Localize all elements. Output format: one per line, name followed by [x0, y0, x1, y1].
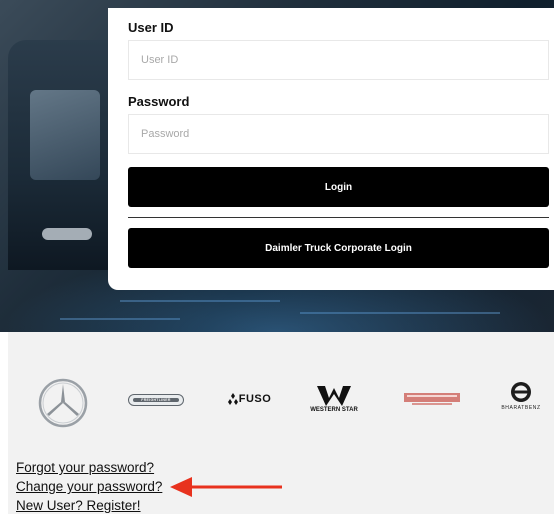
bharatbenz-logo: BHARATBENZ: [494, 376, 548, 416]
freightliner-logo-icon: FREIGHTLINER: [126, 392, 186, 408]
divider: [128, 217, 549, 218]
fuso-logo: FUSO: [218, 390, 280, 408]
register-link[interactable]: New User? Register!: [16, 498, 141, 513]
login-card: User ID Password Login Daimler Truck Cor…: [108, 8, 554, 290]
brand-logos-strip: FREIGHTLINER FUSO WESTERN STAR BHARATBEN…: [8, 332, 554, 440]
login-button[interactable]: Login: [128, 167, 549, 207]
mercedes-star-icon: [36, 376, 90, 430]
forgot-password-link[interactable]: Forgot your password?: [16, 460, 154, 475]
bharatbenz-logo-icon: [511, 382, 531, 402]
western-star-text: WESTERN STAR: [310, 406, 358, 413]
annotation-arrow-icon: [170, 477, 282, 497]
freightliner-text: FREIGHTLINER: [141, 398, 171, 402]
fuso-diamond-icon: [227, 393, 238, 405]
password-input[interactable]: [128, 114, 549, 154]
thomas-built-buses-logo-icon: [402, 390, 462, 408]
truck-grille-badge: [42, 228, 92, 240]
bharatbenz-text: BHARATBENZ: [501, 405, 541, 411]
user-id-input[interactable]: [128, 40, 549, 80]
western-star-w-icon: [317, 385, 351, 406]
fuso-text: FUSO: [238, 393, 272, 405]
corporate-login-button[interactable]: Daimler Truck Corporate Login: [128, 228, 549, 268]
change-password-link[interactable]: Change your password?: [16, 479, 162, 494]
truck-window-image: [30, 90, 100, 180]
western-star-logo: WESTERN STAR: [304, 382, 364, 416]
user-id-label: User ID: [128, 20, 174, 35]
password-label: Password: [128, 94, 190, 109]
